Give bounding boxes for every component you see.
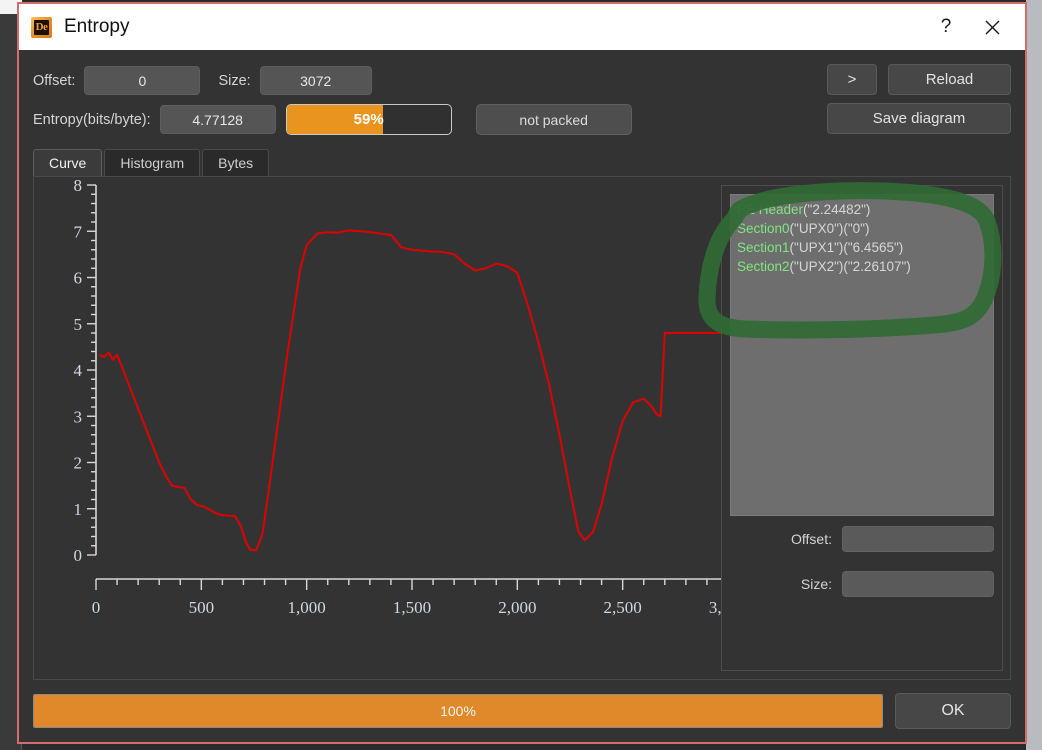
offset-label: Offset: [33,72,76,89]
entropy-curve-chart: 01234567805001,0001,5002,0002,5003,000 [74,177,741,617]
svg-text:1,000: 1,000 [288,598,326,617]
list-item-name: Section2 [737,259,790,274]
tab-bar: Curve Histogram Bytes [33,148,1011,176]
progress-bar: 100% [33,694,883,728]
section-offset-label: Offset: [791,531,832,547]
reload-button[interactable]: Reload [888,64,1011,95]
background-window-right[interactable] [1026,0,1042,750]
de-logo-icon: De [31,16,52,38]
window-title: Entropy [64,16,130,37]
section-size-label: Size: [800,576,832,592]
size-input[interactable]: 3072 [259,66,372,95]
expand-button[interactable]: > [827,64,877,95]
svg-text:6: 6 [74,269,83,288]
svg-text:2: 2 [74,454,83,473]
toolbar-right-row-2: Save diagram [827,103,1011,134]
list-item[interactable]: Section1("UPX1")("6.4565") [737,238,987,257]
sections-list[interactable]: PE Header("2.24482") Section0("UPX0")("0… [730,194,994,516]
svg-text:4: 4 [74,361,83,380]
list-item-value: ("UPX0")("0") [789,221,870,236]
offset-input[interactable]: 0 [84,66,201,95]
toolbar-right-row-1: > Reload [827,64,1011,95]
entropy-label: Entropy(bits/byte): [33,111,151,128]
list-item-value: ("UPX1")("6.4565") [789,240,904,255]
list-item-value: ("UPX2")("2.26107") [789,259,911,274]
list-item-name: Section0 [737,221,790,236]
section-size-row: Size: [801,571,994,597]
list-item-value: ("2.24482") [803,202,871,217]
entropy-percent-label: 59% [353,111,384,128]
entropy-dialog: De Entropy ? Offset: 0 Size: 3072 Entrop… [17,2,1027,744]
svg-text:0: 0 [92,598,101,617]
list-item-name: Section1 [737,240,790,255]
curve-tab-panel: 01234567805001,0001,5002,0002,5003,000 P… [33,176,1011,680]
size-label: Size: [218,72,251,89]
list-item[interactable]: Section0("UPX0")("0") [737,219,987,238]
svg-text:3: 3 [74,407,83,426]
svg-text:1: 1 [74,500,83,519]
dialog-footer: 100% OK [19,690,1025,742]
close-icon[interactable] [969,10,1015,44]
tab-bytes[interactable]: Bytes [202,149,270,176]
help-icon[interactable]: ? [923,10,969,44]
list-item[interactable]: PE Header("2.24482") [737,200,987,219]
svg-text:7: 7 [74,222,83,241]
section-offset-row: Offset: [791,526,994,552]
save-diagram-button[interactable]: Save diagram [827,103,1011,134]
svg-text:2,000: 2,000 [498,598,536,617]
tab-curve[interactable]: Curve [33,149,103,176]
svg-text:2,500: 2,500 [604,598,642,617]
sections-side-panel: PE Header("2.24482") Section0("UPX0")("0… [721,185,1003,671]
svg-text:1,500: 1,500 [393,598,431,617]
entropy-value-input[interactable]: 4.77128 [159,105,276,134]
list-item-name: PE Header [737,202,804,217]
svg-text:5: 5 [74,315,83,334]
entropy-percent-bar: 59% [285,104,452,135]
svg-text:500: 500 [189,598,215,617]
list-item[interactable]: Section2("UPX2")("2.26107") [737,257,987,276]
section-size-input[interactable] [842,571,994,597]
dialog-content: Offset: 0 Size: 3072 Entropy(bits/byte):… [19,50,1025,690]
packed-status-badge: not packed [475,104,632,135]
tab-histogram[interactable]: Histogram [104,149,201,176]
progress-label: 100% [440,703,476,719]
ok-button[interactable]: OK [895,693,1011,729]
dialog-titlebar: De Entropy ? [19,4,1025,50]
svg-text:8: 8 [74,177,83,195]
section-offset-input[interactable] [842,526,994,552]
svg-text:0: 0 [74,546,83,565]
